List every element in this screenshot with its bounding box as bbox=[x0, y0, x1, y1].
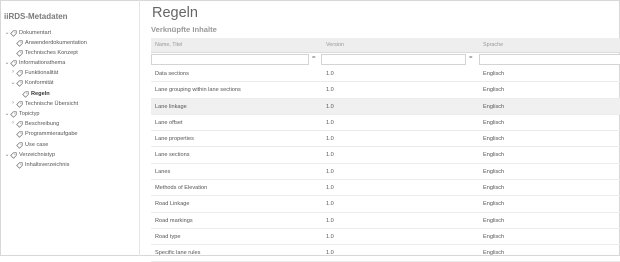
cell-name: Lane sections bbox=[155, 152, 190, 159]
tag-icon bbox=[16, 80, 23, 88]
cell-language: Englisch bbox=[483, 119, 505, 126]
cell-version: 1.0 bbox=[326, 71, 334, 77]
column-header-name[interactable]: Name, Titel bbox=[155, 42, 182, 48]
tag-icon bbox=[16, 40, 23, 47]
tree-item-label: Inhaltsverzeichnis bbox=[25, 161, 70, 168]
filter-row: = = bbox=[151, 53, 620, 65]
cell-name: Specific lane rules bbox=[155, 250, 201, 257]
tag-icon bbox=[16, 162, 23, 169]
cell-name: Lane properties bbox=[155, 136, 194, 143]
metadata-sidebar: iiRDS-Metadaten ⌄ Dokumentart Anwenderdoku… bbox=[0, 0, 140, 256]
cell-name: Lane grouping within lane sections bbox=[155, 87, 241, 94]
tag-icon bbox=[16, 141, 23, 149]
table-row[interactable]: Specific lane rules 1.0 Englisch bbox=[151, 245, 620, 262]
table-row[interactable]: Road Linkage 1.0 Englisch bbox=[151, 196, 620, 213]
cell-language: Englisch bbox=[483, 152, 505, 159]
cell-name: Lane offset bbox=[155, 119, 183, 126]
cell-name: Lanes bbox=[155, 168, 171, 175]
tree-item-label: Verzeichnistyp bbox=[19, 151, 56, 158]
cell-version: 1.0 bbox=[326, 168, 334, 175]
cell-version: 1.0 bbox=[326, 87, 334, 94]
tag-icon bbox=[16, 70, 23, 78]
name-filter-input[interactable] bbox=[151, 54, 309, 65]
cell-version: 1.0 bbox=[326, 201, 334, 208]
table-row[interactable]: Lane grouping within lane sections 1.0 Eng… bbox=[151, 82, 620, 99]
tree-item-label: Regeln bbox=[31, 90, 50, 97]
tree-item-label: Technisches Konzept bbox=[25, 49, 78, 56]
table-row[interactable]: Methods of Elevation 1.0 Englisch bbox=[151, 180, 620, 197]
cell-version: 1.0 bbox=[326, 103, 334, 110]
tree-item-label: Anwenderdokumentation bbox=[25, 39, 87, 46]
cell-language: Englisch bbox=[483, 185, 505, 192]
tag-icon bbox=[16, 50, 23, 57]
cell-language: Englisch bbox=[483, 233, 505, 240]
column-header-language[interactable]: Sprache bbox=[483, 42, 503, 48]
table-row[interactable]: Lane linkage 1.0 Englisch bbox=[151, 98, 620, 115]
table-row[interactable]: Lanes 1.0 Englisch bbox=[151, 164, 620, 181]
tag-icon bbox=[22, 90, 29, 98]
cell-language: Englisch bbox=[483, 87, 505, 94]
version-filter-input[interactable] bbox=[321, 54, 466, 65]
cell-language: Englisch bbox=[483, 217, 505, 224]
language-filter-input[interactable] bbox=[479, 54, 620, 65]
tag-icon bbox=[16, 101, 23, 108]
cell-name: Methods of Elevation bbox=[155, 185, 208, 192]
table-header: Name, Titel Version Sprache bbox=[151, 38, 620, 53]
version-filter-operator[interactable]: = bbox=[469, 55, 473, 61]
cell-version: 1.0 bbox=[326, 233, 334, 240]
cell-version: 1.0 bbox=[326, 152, 334, 159]
table-row[interactable]: Road markings 1.0 Englisch bbox=[151, 213, 620, 229]
tag-icon bbox=[10, 60, 17, 67]
sidebar-title: iiRDS-Metadaten bbox=[4, 12, 68, 21]
cell-name: Data sections bbox=[155, 71, 189, 77]
tag-icon bbox=[10, 29, 17, 37]
cell-name: Road type bbox=[155, 233, 181, 240]
tree-item-label: Beschreibung bbox=[25, 121, 60, 128]
cell-language: Englisch bbox=[483, 201, 505, 208]
cell-name: Lane linkage bbox=[155, 103, 187, 110]
tree-item-label: Dokumentart bbox=[19, 29, 52, 36]
section-subtitle: Verknüpfte Inhalte bbox=[151, 25, 217, 34]
page-title: Regeln bbox=[152, 5, 198, 21]
cell-version: 1.0 bbox=[326, 217, 334, 224]
table-row[interactable]: Lane sections 1.0 Englisch bbox=[151, 147, 620, 164]
tree-item-label: Konformität bbox=[25, 80, 54, 87]
cell-language: Englisch bbox=[483, 71, 505, 77]
cell-language: Englisch bbox=[483, 250, 505, 257]
cell-version: 1.0 bbox=[326, 136, 334, 143]
tree-item-label: Use case bbox=[25, 141, 49, 148]
tag-icon bbox=[10, 111, 17, 118]
cell-language: Englisch bbox=[483, 168, 505, 175]
table-body: Data sections 1.0 Englisch Lane grouping wi… bbox=[151, 66, 620, 262]
cell-version: 1.0 bbox=[326, 119, 334, 126]
cell-version: 1.0 bbox=[326, 250, 334, 257]
name-filter-operator[interactable]: = bbox=[312, 55, 316, 61]
tag-icon bbox=[16, 121, 23, 128]
column-header-version[interactable]: Version bbox=[326, 42, 344, 48]
table-row[interactable]: Lane offset 1.0 Englisch bbox=[151, 115, 620, 132]
tree-item-label: Topictyp bbox=[19, 111, 40, 117]
cell-language: Englisch bbox=[483, 103, 505, 110]
tree-item-label: Informationsthema bbox=[19, 60, 66, 67]
tree-item-label: Technische Übersicht bbox=[25, 100, 79, 107]
cell-language: Englisch bbox=[483, 136, 505, 143]
tag-icon bbox=[10, 152, 17, 159]
table-row[interactable]: Road type 1.0 Englisch bbox=[151, 229, 620, 246]
cell-name: Road markings bbox=[155, 217, 193, 224]
tree-item-label: Funktionalität bbox=[25, 70, 59, 77]
cell-name: Road Linkage bbox=[155, 201, 190, 208]
table-row[interactable]: Lane properties 1.0 Englisch bbox=[151, 131, 620, 148]
tag-icon bbox=[16, 131, 23, 139]
cell-version: 1.0 bbox=[326, 185, 334, 192]
table-row[interactable]: Data sections 1.0 Englisch bbox=[151, 66, 620, 83]
tree-item-label: Programmieraufgabe bbox=[25, 131, 78, 138]
